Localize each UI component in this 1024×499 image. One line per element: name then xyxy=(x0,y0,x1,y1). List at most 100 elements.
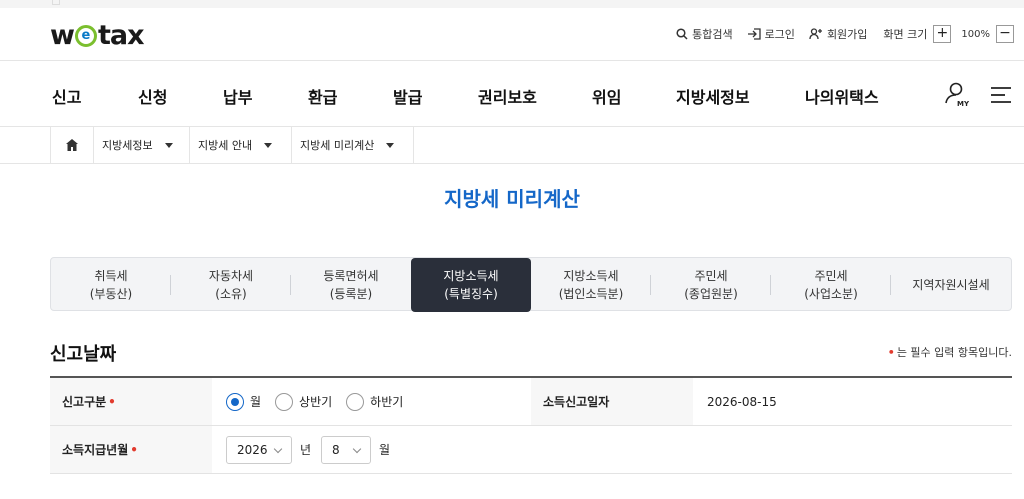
breadcrumb-label: 지방세 미리계산 xyxy=(300,139,375,152)
tab-regional-resource-tax[interactable]: 지역자원시설세 xyxy=(891,259,1011,311)
join-link[interactable]: 회원가입 xyxy=(809,26,867,42)
screen-size-control: 화면 크기 + 100% − xyxy=(883,25,1014,43)
nav-item-issue[interactable]: 발급 xyxy=(393,84,422,108)
tab-label: 주민세 xyxy=(694,269,728,283)
pay-month-selects: 2026 년 8 월 xyxy=(226,426,400,473)
field-label: 소득신고일자 xyxy=(543,395,610,409)
breadcrumb-label: 지방세정보 xyxy=(102,139,153,152)
zoom-in-button[interactable]: + xyxy=(933,25,952,43)
home-icon xyxy=(66,139,78,151)
nav-item-apply[interactable]: 신청 xyxy=(138,84,167,108)
radio-button[interactable] xyxy=(275,392,294,411)
report-date-value: 2026-08-15 xyxy=(707,394,777,409)
tab-vehicle-tax[interactable]: 자동차세 (소유) xyxy=(171,259,291,311)
search-icon xyxy=(676,28,688,40)
search-link[interactable]: 통합검색 xyxy=(676,26,733,42)
breadcrumb: 지방세정보 지방세 안내 지방세 미리계산 xyxy=(0,127,1024,164)
my-page-icon[interactable]: MY xyxy=(944,81,970,113)
search-label: 통합검색 xyxy=(692,28,733,41)
radio-button[interactable] xyxy=(226,392,244,411)
radio-month[interactable]: 월 xyxy=(226,392,262,411)
tab-sublabel: (특별징수) xyxy=(444,287,498,301)
login-label: 로그인 xyxy=(764,28,795,41)
month-select-value: 8 xyxy=(332,442,340,457)
nav-item-my-wetax[interactable]: 나의위택스 xyxy=(805,84,879,108)
nav-item-refund[interactable]: 환급 xyxy=(308,84,337,108)
report-type-options: 월 상반기 하반기 xyxy=(226,378,526,425)
year-select-value: 2026 xyxy=(237,442,268,457)
field-label: 소득지급년월 xyxy=(62,443,129,457)
login-icon xyxy=(747,28,761,40)
nav-item-delegate[interactable]: 위임 xyxy=(592,84,621,108)
nav-item-report[interactable]: 신고 xyxy=(52,84,81,108)
wetax-logo[interactable]: w e tax xyxy=(50,20,144,51)
required-note: • 는 필수 입력 항목입니다. xyxy=(888,344,1012,360)
radio-label: 하반기 xyxy=(370,395,404,409)
year-select[interactable]: 2026 xyxy=(226,435,292,464)
chevron-down-icon xyxy=(273,444,283,453)
radio-second-half[interactable]: 하반기 xyxy=(346,392,404,411)
required-dot: • xyxy=(887,346,895,359)
tab-resident-tax-business[interactable]: 주민세 (사업소분) xyxy=(771,259,891,311)
logo-text-w: w xyxy=(50,20,75,51)
zoom-level: 100% xyxy=(961,28,990,40)
breadcrumb-item-calculator[interactable]: 지방세 미리계산 xyxy=(292,127,414,163)
tab-sublabel: (사업소분) xyxy=(804,287,858,301)
screen-size-label: 화면 크기 xyxy=(883,28,928,41)
nav-item-pay[interactable]: 납부 xyxy=(223,84,252,108)
add-user-icon xyxy=(809,28,822,40)
form-row-report-type: 신고구분 • 월 상반기 하반기 소득신고일자 2026-08-15 xyxy=(50,378,1012,426)
month-select[interactable]: 8 xyxy=(321,435,372,464)
login-link[interactable]: 로그인 xyxy=(747,26,795,42)
tab-resident-tax-employee[interactable]: 주민세 (종업원분) xyxy=(651,259,771,311)
radio-first-half[interactable]: 상반기 xyxy=(275,392,333,411)
logo-text-tax: tax xyxy=(97,20,145,51)
tab-label: 주민세 xyxy=(814,269,848,283)
report-date-label: 소득신고일자 xyxy=(531,378,693,425)
tax-type-tabs: 취득세 (부동산) 자동차세 (소유) 등록면허세 (등록분) 지방소득세 (특별징수)… xyxy=(50,257,1012,312)
chevron-down-icon xyxy=(264,142,273,148)
tab-label: 취득세 xyxy=(94,269,128,283)
required-note-text: 는 필수 입력 항목입니다. xyxy=(896,346,1012,359)
menu-icon[interactable] xyxy=(990,86,1012,108)
join-label: 회원가입 xyxy=(826,28,868,41)
nav-item-localtax-info[interactable]: 지방세정보 xyxy=(676,84,750,108)
tab-label: 지방소득세 xyxy=(563,269,619,283)
tab-sublabel: (부동산) xyxy=(89,287,133,301)
radio-label: 상반기 xyxy=(299,395,333,409)
report-date-form: 신고구분 • 월 상반기 하반기 소득신고일자 2026-08-15 소득지급년월… xyxy=(50,376,1012,474)
page-title: 지방세 미리계산 xyxy=(444,187,580,211)
tab-registration-license-tax[interactable]: 등록면허세 (등록분) xyxy=(291,259,411,311)
tab-label: 등록면허세 xyxy=(323,269,379,283)
tab-label: 지역자원시설세 xyxy=(912,278,990,292)
tab-sublabel: (종업원분) xyxy=(684,287,738,301)
radio-button[interactable] xyxy=(346,392,365,411)
nav-item-rights[interactable]: 권리보호 xyxy=(478,84,537,108)
top-strip-tab xyxy=(52,0,60,5)
radio-label: 월 xyxy=(250,395,262,409)
chevron-down-icon xyxy=(164,142,173,148)
year-unit: 년 xyxy=(300,443,312,457)
tab-label: 지방소득세 xyxy=(443,269,499,283)
breadcrumb-item-localtax-info[interactable]: 지방세정보 xyxy=(94,127,190,163)
zoom-out-button[interactable]: − xyxy=(996,25,1014,43)
tab-local-income-tax-corporate[interactable]: 지방소득세 (법인소득분) xyxy=(531,259,651,311)
pay-month-label: 소득지급년월 • xyxy=(50,426,212,473)
utility-menu: 통합검색 로그인 회원가입 화면 크기 + 100% − xyxy=(662,25,1014,43)
tab-acquisition-tax[interactable]: 취득세 (부동산) xyxy=(51,259,171,311)
chevron-down-icon xyxy=(352,444,362,453)
field-label: 신고구분 xyxy=(62,395,107,409)
top-strip xyxy=(0,0,1024,8)
month-unit: 월 xyxy=(379,443,391,457)
required-star: • xyxy=(130,442,138,457)
breadcrumb-label: 지방세 안내 xyxy=(198,139,253,152)
required-star: • xyxy=(108,394,116,409)
report-type-label: 신고구분 • xyxy=(50,378,212,425)
tab-label: 자동차세 xyxy=(208,269,254,283)
breadcrumb-item-localtax-guide[interactable]: 지방세 안내 xyxy=(190,127,292,163)
chevron-down-icon xyxy=(386,142,395,148)
tab-sublabel: (법인소득분) xyxy=(558,287,624,301)
header: w e tax 통합검색 로그인 회원가입 화면 크기 + 100% − xyxy=(0,8,1024,60)
tab-local-income-tax-withholding[interactable]: 지방소득세 (특별징수) xyxy=(411,258,531,312)
home-button[interactable] xyxy=(50,127,94,163)
